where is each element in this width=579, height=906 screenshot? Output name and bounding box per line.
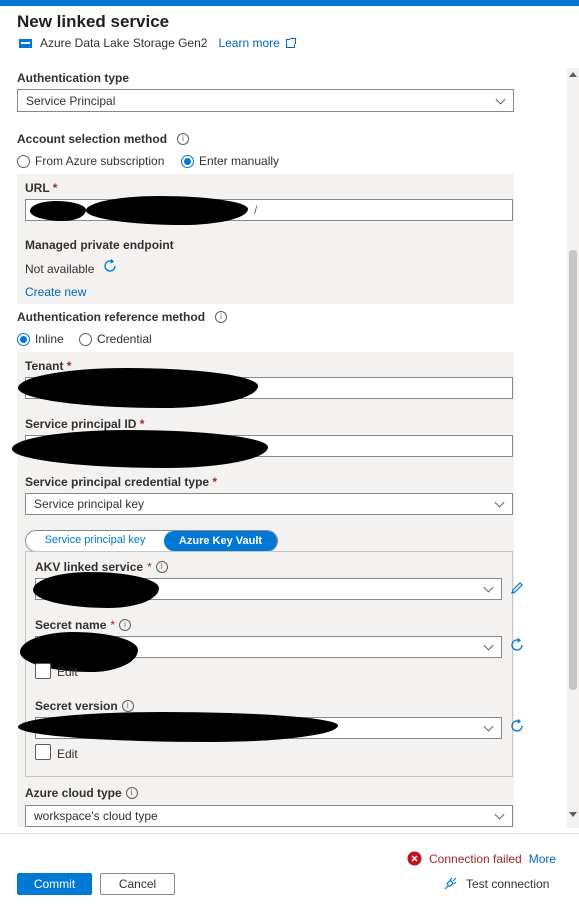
secret-version-label: Secret version — [35, 699, 118, 713]
radio-circle[interactable] — [79, 332, 92, 346]
connection-status-text: Connection failed — [429, 851, 522, 866]
chevron-down-icon — [494, 809, 505, 820]
cancel-button[interactable]: Cancel — [100, 873, 175, 895]
endpoint-status-row: Not available — [25, 259, 118, 276]
endpoint-status: Not available — [25, 262, 95, 276]
auth-reference-label: Authentication reference method — [17, 310, 206, 324]
info-icon[interactable]: i — [119, 619, 132, 631]
footer — [0, 833, 579, 906]
radio-circle-selected[interactable] — [181, 154, 194, 168]
chevron-down-icon — [495, 94, 506, 105]
secret-version-edit-checkbox[interactable] — [35, 744, 51, 760]
connection-status: Connection failed More — [407, 851, 556, 866]
url-value-suffix: / — [254, 203, 258, 217]
radio-label: Enter manually — [199, 154, 280, 168]
auth-reference-header: Authentication reference method i — [17, 310, 228, 324]
error-icon — [407, 851, 422, 866]
scrollbar-thumb[interactable] — [569, 250, 577, 690]
cloud-type-dropdown[interactable]: workspace's cloud type — [25, 805, 513, 827]
credential-type-dropdown[interactable]: Service principal key — [25, 493, 513, 515]
radio-inline[interactable]: Inline — [17, 332, 64, 346]
refresh-icon[interactable] — [509, 637, 525, 653]
radio-circle[interactable] — [17, 154, 30, 168]
radio-label: Inline — [35, 332, 64, 346]
url-label: URL * — [25, 181, 57, 195]
chevron-down-icon — [483, 721, 494, 732]
edit-label: Edit — [57, 665, 78, 679]
radio-from-azure-subscription[interactable]: From Azure subscription — [17, 154, 164, 168]
storage-icon — [19, 38, 32, 48]
required-marker: * — [52, 181, 58, 195]
cloud-type-label-row: Azure cloud type i — [25, 786, 138, 800]
url-label-text: URL — [25, 181, 50, 195]
credential-type-label: Service principal credential type * — [25, 475, 217, 489]
scroll-up-arrow[interactable] — [569, 72, 577, 77]
plug-icon — [444, 877, 457, 890]
refresh-icon[interactable] — [509, 718, 525, 734]
credential-type-label-text: Service principal credential type — [25, 475, 210, 489]
info-icon[interactable]: i — [121, 700, 134, 712]
auth-type-label: Authentication type — [17, 71, 130, 85]
radio-enter-manually[interactable]: Enter manually — [181, 154, 279, 168]
cloud-type-value: workspace's cloud type — [34, 809, 158, 823]
required-marker: * — [110, 618, 116, 632]
auth-type-dropdown[interactable]: Service Principal — [17, 89, 514, 112]
required-marker: * — [147, 560, 152, 574]
managed-private-endpoint-label: Managed private endpoint — [25, 238, 174, 252]
radio-credential[interactable]: Credential — [79, 332, 152, 346]
service-header: Azure Data Lake Storage Gen2 Learn more — [19, 36, 296, 50]
radio-label: Credential — [97, 332, 152, 346]
refresh-icon[interactable] — [102, 258, 118, 274]
secret-name-label: Secret name — [35, 618, 107, 632]
secret-version-label-row: Secret version i — [35, 699, 134, 713]
commit-button[interactable]: Commit — [17, 873, 92, 895]
radio-circle-selected[interactable] — [17, 332, 30, 346]
secret-name-label-row: Secret name * i — [35, 618, 132, 632]
secret-name-edit-checkbox[interactable] — [35, 663, 51, 679]
more-link[interactable]: More — [529, 852, 556, 866]
toggle-service-principal-key[interactable]: Service principal key — [30, 534, 160, 546]
service-principal-id-label-text: Service principal ID — [25, 417, 137, 431]
auth-type-value: Service Principal — [26, 93, 116, 108]
create-new-link[interactable]: Create new — [25, 285, 86, 299]
scroll-down-arrow[interactable] — [569, 812, 577, 817]
edit-label: Edit — [57, 747, 78, 761]
edit-pencil-icon[interactable] — [509, 580, 525, 596]
info-icon[interactable]: i — [125, 787, 138, 799]
required-marker: * — [139, 417, 145, 431]
credential-type-value: Service principal key — [34, 497, 145, 511]
info-icon[interactable]: i — [215, 311, 228, 323]
learn-more-link[interactable]: Learn more — [218, 36, 279, 50]
toggle-azure-key-vault[interactable]: Azure Key Vault — [164, 531, 277, 551]
info-icon[interactable]: i — [177, 133, 190, 145]
test-connection-button[interactable]: Test connection — [443, 876, 549, 891]
service-principal-id-label: Service principal ID * — [25, 417, 144, 431]
panel-title: New linked service — [17, 12, 170, 31]
chevron-down-icon — [494, 497, 505, 508]
account-selection-label: Account selection method — [17, 132, 168, 146]
account-selection-header: Account selection method i — [17, 132, 190, 146]
cloud-type-label: Azure cloud type — [25, 786, 122, 800]
external-link-icon[interactable] — [285, 37, 296, 48]
tenant-label-text: Tenant — [25, 359, 64, 373]
required-marker: * — [212, 475, 218, 489]
top-accent-bar — [0, 0, 579, 6]
radio-label: From Azure subscription — [35, 154, 165, 168]
test-connection-label: Test connection — [466, 876, 550, 891]
info-icon[interactable]: i — [155, 561, 168, 573]
service-name: Azure Data Lake Storage Gen2 — [40, 36, 208, 50]
chevron-down-icon — [483, 582, 494, 593]
chevron-down-icon — [483, 640, 494, 651]
